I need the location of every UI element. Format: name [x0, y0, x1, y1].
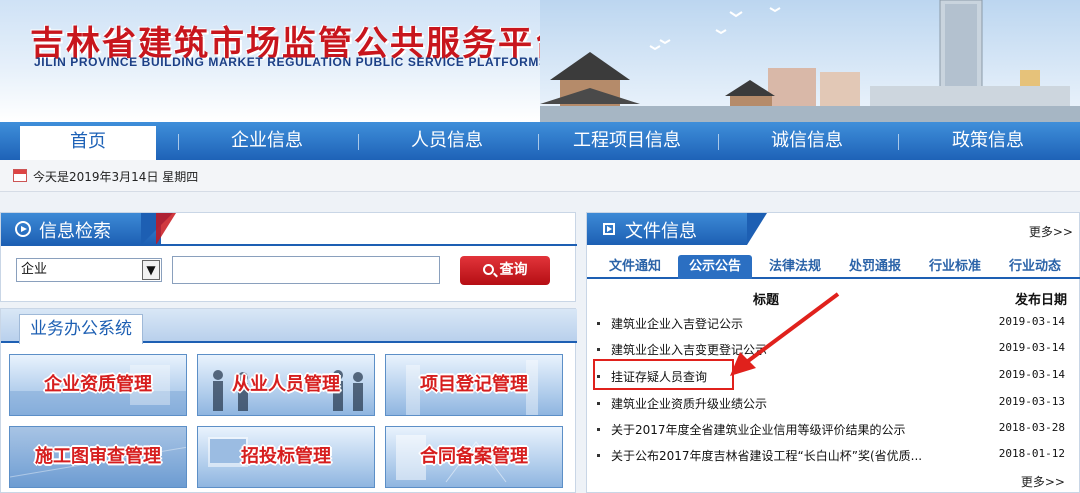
site-subtitle: JILIN PROVINCE BUILDING MARKET REGULATIO…: [34, 55, 548, 69]
list-item-date: 2018-03-28: [998, 421, 1065, 434]
list-item-date: 2019-03-13: [998, 395, 1065, 408]
list-item-title[interactable]: 关于公布2017年度吉林省建设工程“长白山杯”奖(省优质...: [611, 447, 922, 464]
tile-drawing-review[interactable]: 施工图审查管理: [9, 426, 187, 488]
header-decoration: [747, 213, 767, 245]
header-decoration: [156, 213, 176, 245]
file-tabs: 文件通知 公示公告 法律法规 处罚通报 行业标准 行业动态: [587, 251, 1080, 279]
search-type-select-value: 企业: [21, 262, 48, 277]
tab-file-notice[interactable]: 文件通知: [599, 255, 671, 279]
bullet: [597, 348, 600, 351]
chevron-down-icon[interactable]: ▼: [142, 260, 160, 280]
more-link[interactable]: 更多>>: [1029, 223, 1073, 240]
tab-public-announcement[interactable]: 公示公告: [678, 255, 752, 279]
search-button-label: 查询: [499, 262, 528, 278]
search-type-select[interactable]: 企业 ▼: [16, 258, 162, 282]
nav-item-projects[interactable]: 工程项目信息: [550, 122, 704, 160]
list-item[interactable]: 建筑业企业资质升级业绩公示 2019-03-13: [597, 395, 1073, 415]
tile-label: 项目登记管理: [420, 374, 528, 395]
play-square-icon: [603, 223, 615, 235]
list-item[interactable]: 关于公布2017年度吉林省建设工程“长白山杯”奖(省优质... 2018-01-…: [597, 447, 1073, 467]
tile-label: 企业资质管理: [44, 374, 152, 395]
list-item-title[interactable]: 关于2017年度全省建筑业企业信用等级评价结果的公示: [611, 421, 906, 438]
date-bar: 今天是2019年3月14日 星期四: [0, 160, 1080, 192]
nav-item-enterprise[interactable]: 企业信息: [190, 122, 344, 160]
list-item-date: 2019-03-14: [998, 341, 1065, 354]
tile-label: 招投标管理: [241, 446, 331, 467]
more-link-bottom[interactable]: 更多>>: [1021, 473, 1065, 490]
tile-label: 施工图审查管理: [35, 446, 161, 467]
nav-divider: [538, 134, 539, 150]
nav-item-personnel[interactable]: 人员信息: [370, 122, 524, 160]
file-panel-header: 文件信息: [587, 213, 747, 245]
tile-label: 合同备案管理: [420, 446, 528, 467]
city-skyline-image: [540, 0, 1080, 122]
tile-label: 从业人员管理: [232, 374, 340, 395]
file-panel-title: 文件信息: [625, 221, 697, 242]
nav-divider: [178, 134, 179, 150]
search-panel-header: 信息检索: [1, 213, 161, 245]
search-icon: [482, 264, 494, 275]
tile-contract-filing[interactable]: 合同备案管理: [385, 426, 563, 488]
column-header-date: 发布日期: [1014, 293, 1067, 308]
list-item-date: 2019-03-14: [998, 368, 1065, 381]
tab-penalty-notice[interactable]: 处罚通报: [839, 255, 911, 279]
business-panel-header: 业务办公系统: [1, 309, 577, 344]
calendar-icon: [13, 169, 27, 182]
main-nav: 首页 企业信息 人员信息 工程项目信息 诚信信息 政策信息: [0, 122, 1080, 160]
tab-industry-standards[interactable]: 行业标准: [919, 255, 991, 279]
tile-personnel-management[interactable]: 从业人员管理: [197, 354, 375, 416]
list-item-title[interactable]: 建筑业企业资质升级业绩公示: [611, 395, 767, 412]
bullet: [597, 322, 600, 325]
nav-item-policy[interactable]: 政策信息: [910, 122, 1066, 160]
list-item-date: 2018-01-12: [998, 447, 1065, 460]
list-item-date: 2019-03-14: [998, 315, 1065, 328]
tab-laws-regulations[interactable]: 法律法规: [759, 255, 831, 279]
bullet: [597, 402, 600, 405]
tile-enterprise-qualification[interactable]: 企业资质管理: [9, 354, 187, 416]
header-underline: [1, 244, 577, 246]
bullet: [597, 454, 600, 457]
tile-bidding-management[interactable]: 招投标管理: [197, 426, 375, 488]
nav-item-home[interactable]: 首页: [20, 126, 156, 160]
nav-divider: [718, 134, 719, 150]
tab-industry-news[interactable]: 行业动态: [999, 255, 1071, 279]
arrow-circle-icon: [15, 221, 31, 237]
tile-project-registration[interactable]: 项目登记管理: [385, 354, 563, 416]
business-panel-title: 业务办公系统: [19, 314, 143, 344]
header-banner: 吉林省建筑市场监管公共服务平台 JILIN PROVINCE BUILDING …: [0, 0, 1080, 122]
nav-item-credit[interactable]: 诚信信息: [730, 122, 884, 160]
bullet: [597, 428, 600, 431]
search-button[interactable]: 查询: [460, 256, 550, 285]
search-panel-title: 信息检索: [39, 221, 111, 242]
nav-divider: [358, 134, 359, 150]
search-input[interactable]: [172, 256, 440, 284]
current-date-text: 今天是2019年3月14日 星期四: [33, 170, 199, 184]
annotation-arrow-icon: [730, 292, 840, 376]
nav-divider: [898, 134, 899, 150]
list-item[interactable]: 关于2017年度全省建筑业企业信用等级评价结果的公示 2018-03-28: [597, 421, 1073, 441]
